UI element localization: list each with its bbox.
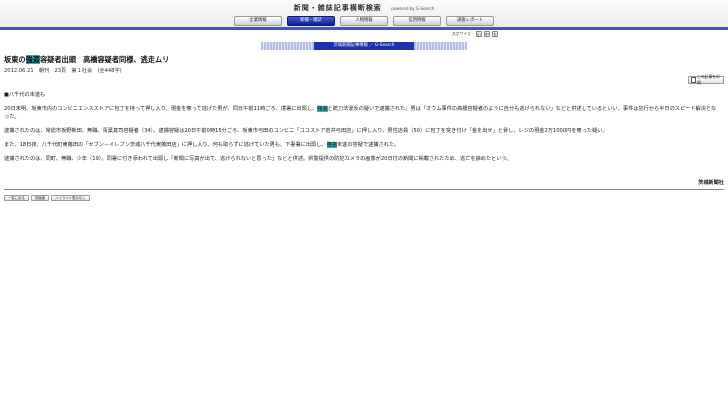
print-article-button[interactable]: この記事を印刷 [688, 74, 724, 85]
article-paragraph-3: また、18日夜、八千代町東蕗田の「セブン－イレブン茨城八千代東蕗田店」に押し入り… [4, 141, 720, 150]
tab-research-report[interactable]: 調査レポート [446, 16, 494, 26]
footer-divider [4, 189, 724, 190]
paragraph-3-post: 未遂の容疑で逮捕された。 [336, 141, 400, 148]
article-meta: 2012.06.21 朝刊 23頁 第１社会 (全448字) [4, 68, 122, 74]
article-title: 坂東の強盗容疑者出頭 高橋容疑者同様、逃走ムリ [4, 55, 169, 65]
nav-divider [0, 27, 728, 30]
new-window-button[interactable]: 別画面 [30, 195, 50, 201]
article-title-post: 容疑者出頭 高橋容疑者同様、逃走ムリ [39, 55, 170, 64]
article-paragraph-1: 20日未明、坂東市内のコンビニエンスストアに包丁を持って押し入り、現金を奪って逃… [4, 105, 720, 121]
no-highlight-button[interactable]: ハイライト表示なし [51, 195, 90, 201]
print-article-label: この記事を印刷 [696, 74, 720, 85]
article-title-pre: 坂東の [4, 55, 26, 64]
paragraph-1-pre: 20日未明、坂東市内のコンビニエンスストアに包丁を持って押し入り、現金を奪って逃… [4, 105, 318, 112]
tab-newspaper-magazine[interactable]: 新聞・雑誌 [287, 16, 335, 26]
article-paragraph-2: 逮捕されたのは、常総市坂野新田、無職、青葉真司容疑者（34）。逮捕容疑は20日午… [4, 127, 608, 134]
font-size-medium-button[interactable]: 中 [483, 31, 490, 37]
banner-right-pattern [414, 42, 467, 50]
article-subheading: ■八千代の未遂も [4, 92, 46, 98]
site-title-text: 新聞・雑誌記事横断検索 [293, 4, 382, 12]
powered-by-text: powered by G-Search [391, 6, 435, 11]
article-credit: 茨城新聞社 [698, 180, 724, 186]
article-paragraph-4: 逮捕されたのは、同町、無職、少年（19）。同署に付き添われて出頭し「新聞に写真が… [4, 155, 512, 162]
banner-left-pattern [261, 42, 314, 50]
paragraph-1-highlight: 強盗 [317, 105, 328, 112]
paragraph-3-pre: また、18日夜、八千代町東蕗田の「セブン－イレブン茨城八千代東蕗田店」に押し入り… [4, 141, 327, 148]
article-body: ■八千代の未遂も 20日未明、坂東市内のコンビニエンスストアに包丁を持って押し入… [4, 92, 720, 170]
font-size-large-button[interactable]: 大 [491, 31, 498, 37]
footer-buttons: 一覧に戻る 別画面 ハイライト表示なし [4, 195, 90, 201]
back-to-list-button[interactable]: 一覧に戻る [4, 195, 29, 201]
font-size-label: 文字サイズ [452, 31, 471, 36]
source-banner: 茨城新聞記事情報 ／ G-Search [261, 42, 467, 50]
banner-text: 茨城新聞記事情報 ／ G-Search [314, 42, 414, 50]
article-title-highlight: 強盗 [25, 55, 40, 64]
tab-person-info[interactable]: 人物情報 [340, 16, 388, 26]
category-tabs: 企業情報 新聞・雑誌 人物情報 信用情報 調査レポート [234, 16, 494, 26]
paragraph-3-highlight: 強盗 [326, 141, 337, 148]
font-size-selector: 文字サイズ 小 中 大 [452, 31, 498, 37]
site-header: 新聞・雑誌記事横断検索 powered by G-Search 企業情報 新聞・… [0, 0, 728, 30]
document-icon [691, 77, 696, 83]
font-size-small-button[interactable]: 小 [475, 31, 482, 37]
site-title: 新聞・雑誌記事横断検索 powered by G-Search [0, 3, 728, 13]
tab-company-info[interactable]: 企業情報 [234, 16, 282, 26]
tab-credit-info[interactable]: 信用情報 [393, 16, 441, 26]
